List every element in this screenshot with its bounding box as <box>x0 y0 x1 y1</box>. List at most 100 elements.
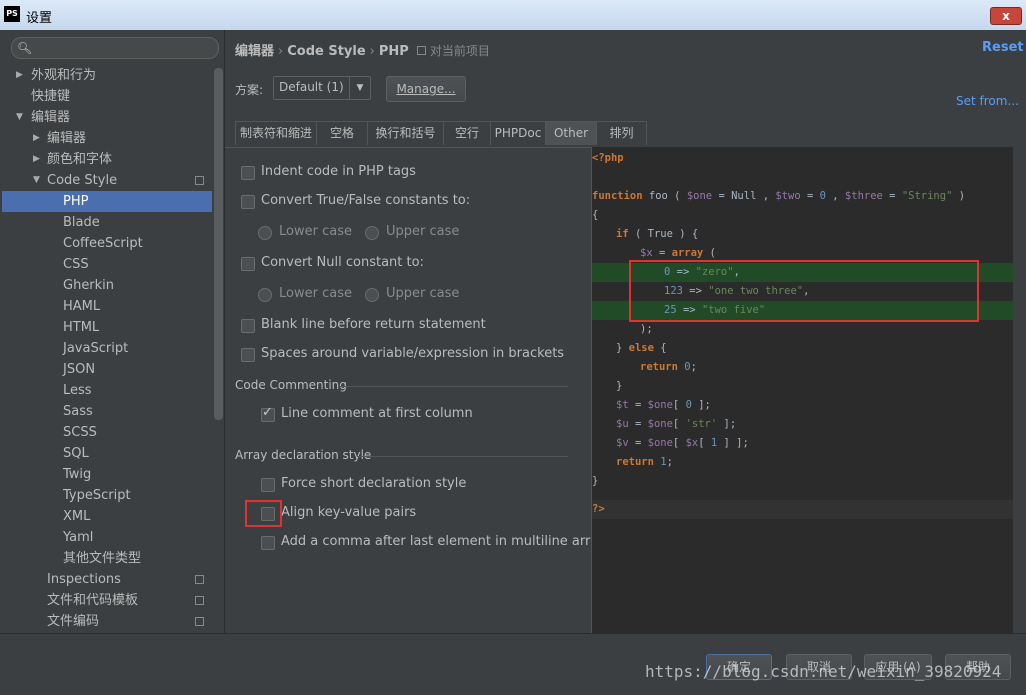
breadcrumb-separator: › <box>369 44 375 59</box>
force-short-checkbox[interactable] <box>261 478 275 492</box>
line-comment-first-checkbox[interactable] <box>261 405 275 422</box>
search-icon: 🔍︎ <box>17 41 33 55</box>
tree-item-json[interactable]: JSON <box>2 359 212 380</box>
dropdown-arrow-icon[interactable]: ▼ <box>349 77 370 99</box>
tree-item-javascript[interactable]: JavaScript <box>2 338 212 359</box>
tree-item-gherkin[interactable]: Gherkin <box>2 275 212 296</box>
tab-spaces[interactable]: 空格 <box>316 121 368 145</box>
expand-arrow-icon[interactable]: ▶ <box>33 128 40 149</box>
code-commenting-section: Code Commenting <box>235 378 347 392</box>
tree-item-css[interactable]: CSS <box>2 254 212 275</box>
scheme-select[interactable]: Default (1) ▼ <box>273 76 371 100</box>
code-preview[interactable]: <?php function foo ( $one = Null , $two … <box>591 147 1013 633</box>
add-comma-checkbox[interactable] <box>261 536 275 550</box>
tree-item-appearance[interactable]: ▶ 外观和行为 <box>2 65 212 86</box>
code-token: $one <box>647 399 673 411</box>
spaces-around-checkbox[interactable] <box>241 348 255 362</box>
manage-button[interactable]: Manage... <box>386 76 466 102</box>
null-upper-case-label: Upper case <box>386 286 460 301</box>
tree-item-html[interactable]: HTML <box>2 317 212 338</box>
convert-null-label: Convert Null constant to: <box>261 255 424 270</box>
tree-item-blade[interactable]: Blade <box>2 212 212 233</box>
code-line: } else { <box>592 339 1013 358</box>
collapse-arrow-icon[interactable]: ▼ <box>33 170 40 191</box>
tree-item-sql[interactable]: SQL <box>2 443 212 464</box>
settings-sidebar: 🔍︎ ▶ 外观和行为 快捷键 ▼ 编辑器 ▶ 编辑器 ▶ 颜色和字体 ▼ Code Sty… <box>2 30 225 633</box>
tree-item-label: 编辑器 <box>31 110 71 125</box>
breadcrumb-code-style: Code Style <box>287 44 366 59</box>
line-comment-first-label: Line comment at first column <box>281 406 473 421</box>
tree-item-typescript[interactable]: TypeScript <box>2 485 212 506</box>
close-button[interactable]: x <box>990 7 1022 25</box>
tree-item-code-style[interactable]: ▼ Code Style <box>2 170 212 191</box>
tree-item-label: 文件编码 <box>47 614 100 629</box>
spaces-around-label: Spaces around variable/expression in bra… <box>261 346 565 361</box>
tree-item-sass[interactable]: Sass <box>2 401 212 422</box>
tf-upper-case-radio[interactable] <box>365 226 379 240</box>
tf-lower-case-label: Lower case <box>279 224 352 239</box>
code-token: ; <box>690 361 697 373</box>
null-lower-case-radio[interactable] <box>258 288 272 302</box>
tree-item-scss[interactable]: SCSS <box>2 422 212 443</box>
tree-item-twig[interactable]: Twig <box>2 464 212 485</box>
tab-phpdoc[interactable]: PHPDoc <box>490 121 546 145</box>
array-declaration-section: Array declaration style <box>235 448 372 462</box>
sidebar-scrollbar[interactable] <box>214 68 223 420</box>
tree-item-label: JSON <box>63 362 96 377</box>
title-bar: PS 设置 x <box>0 0 1026 30</box>
tree-item-label: 其他文件类型 <box>63 551 142 566</box>
code-token: , <box>825 190 845 202</box>
tree-item-file-templates[interactable]: 文件和代码模板 <box>2 590 212 611</box>
tree-item-label: Twig <box>63 467 92 482</box>
convert-true-false-label: Convert True/False constants to: <box>261 193 471 208</box>
set-from-link[interactable]: Set from... <box>956 94 1019 108</box>
tree-item-haml[interactable]: HAML <box>2 296 212 317</box>
tree-item-keymap[interactable]: 快捷键 <box>2 86 212 107</box>
tree-item-xml[interactable]: XML <box>2 506 212 527</box>
reset-link[interactable]: Reset <box>982 40 1024 55</box>
code-token: $three <box>844 190 883 202</box>
tab-tabs-indents[interactable]: 制表符和缩进 <box>235 121 317 145</box>
convert-true-false-checkbox[interactable] <box>241 195 255 209</box>
tree-item-coffeescript[interactable]: CoffeeScript <box>2 233 212 254</box>
code-token: ( True ) { <box>628 228 699 240</box>
search-input[interactable]: 🔍︎ <box>11 37 219 59</box>
null-lower-case-label: Lower case <box>279 286 352 301</box>
tf-lower-case-radio[interactable] <box>258 226 272 240</box>
collapse-arrow-icon[interactable]: ▼ <box>16 107 23 128</box>
expand-arrow-icon[interactable]: ▶ <box>33 149 40 170</box>
blank-line-return-checkbox[interactable] <box>241 319 255 333</box>
code-token: } <box>592 475 599 487</box>
settings-main-panel: 编辑器 › Code Style › PHP 对当前项目 Reset 方案: Defaul… <box>225 30 1024 633</box>
indent-php-tags-checkbox[interactable] <box>241 166 255 180</box>
code-token: = Null , <box>712 190 776 202</box>
code-token: } <box>616 380 623 392</box>
tree-item-file-encodings[interactable]: 文件编码 <box>2 611 212 632</box>
expand-arrow-icon[interactable]: ▶ <box>16 65 23 86</box>
add-comma-label: Add a comma after last element in multil… <box>281 534 607 549</box>
tree-item-label: JavaScript <box>63 341 129 356</box>
tree-item-php[interactable]: PHP <box>2 191 212 212</box>
tree-item-less[interactable]: Less <box>2 380 212 401</box>
tab-wrapping-braces[interactable]: 换行和括号 <box>367 121 444 145</box>
code-token: } <box>616 342 629 354</box>
tab-other[interactable]: Other <box>545 121 597 145</box>
tree-item-colors-fonts[interactable]: ▶ 颜色和字体 <box>2 149 212 170</box>
tree-item-yaml[interactable]: Yaml <box>2 527 212 548</box>
convert-null-checkbox[interactable] <box>241 257 255 271</box>
tree-item-label: Yaml <box>63 530 94 545</box>
tree-item-editor[interactable]: ▼ 编辑器 <box>2 107 212 128</box>
code-token: else <box>628 342 654 354</box>
tree-item-inspections[interactable]: Inspections <box>2 569 212 590</box>
section-divider <box>357 456 568 457</box>
code-token: ?> <box>592 503 605 515</box>
tree-item-label: SQL <box>63 446 89 461</box>
tree-item-other-file-types[interactable]: 其他文件类型 <box>2 548 212 569</box>
code-token: [ <box>672 399 686 411</box>
code-token: = <box>652 247 672 259</box>
tab-arrangement[interactable]: 排列 <box>596 121 647 145</box>
tab-blank-lines[interactable]: 空行 <box>443 121 491 145</box>
null-upper-case-radio[interactable] <box>365 288 379 302</box>
code-token: $one <box>686 190 713 202</box>
tree-item-editor-general[interactable]: ▶ 编辑器 <box>2 128 212 149</box>
